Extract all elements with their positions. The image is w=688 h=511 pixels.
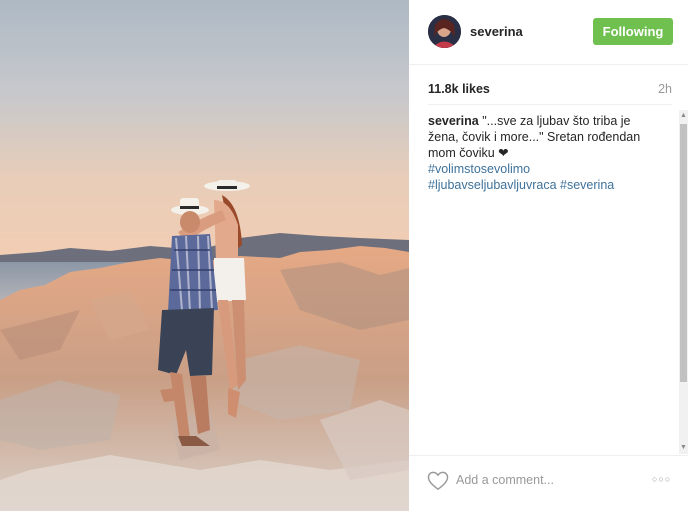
instagram-post: severina Following 11.8k likes 2h severi… xyxy=(0,0,688,511)
hashtag-link[interactable]: #volimstosevolimo xyxy=(428,162,530,176)
more-options-icon[interactable]: ○○○ xyxy=(652,473,674,485)
divider xyxy=(428,104,672,105)
username-link[interactable]: severina xyxy=(470,24,523,39)
comment-bar: ○○○ xyxy=(409,455,688,511)
post-caption: severina "...sve za ljubav što triba je … xyxy=(428,113,660,193)
profile-avatar[interactable] xyxy=(428,15,461,48)
post-sidebar: severina Following 11.8k likes 2h severi… xyxy=(409,0,688,511)
likes-count[interactable]: 11.8k likes xyxy=(428,82,490,96)
hashtag-link[interactable]: #ljubavseljubavljuvraca xyxy=(428,178,557,192)
post-timestamp[interactable]: 2h xyxy=(658,82,672,96)
scroll-down-arrow-icon[interactable]: ▼ xyxy=(679,442,688,454)
scroll-up-arrow-icon[interactable]: ▲ xyxy=(679,110,688,122)
post-header: severina Following xyxy=(409,0,688,65)
hashtag-link[interactable]: #severina xyxy=(560,178,614,192)
caption-scrollbar[interactable]: ▲ ▼ xyxy=(679,110,688,454)
beach-couple-photo xyxy=(0,0,409,511)
caption-username[interactable]: severina xyxy=(428,114,479,128)
heart-outline-icon[interactable] xyxy=(427,471,449,491)
following-button[interactable]: Following xyxy=(593,18,673,45)
comment-input[interactable] xyxy=(456,469,636,491)
scroll-thumb[interactable] xyxy=(680,124,687,382)
post-photo[interactable] xyxy=(0,0,409,511)
avatar-image xyxy=(428,15,461,48)
